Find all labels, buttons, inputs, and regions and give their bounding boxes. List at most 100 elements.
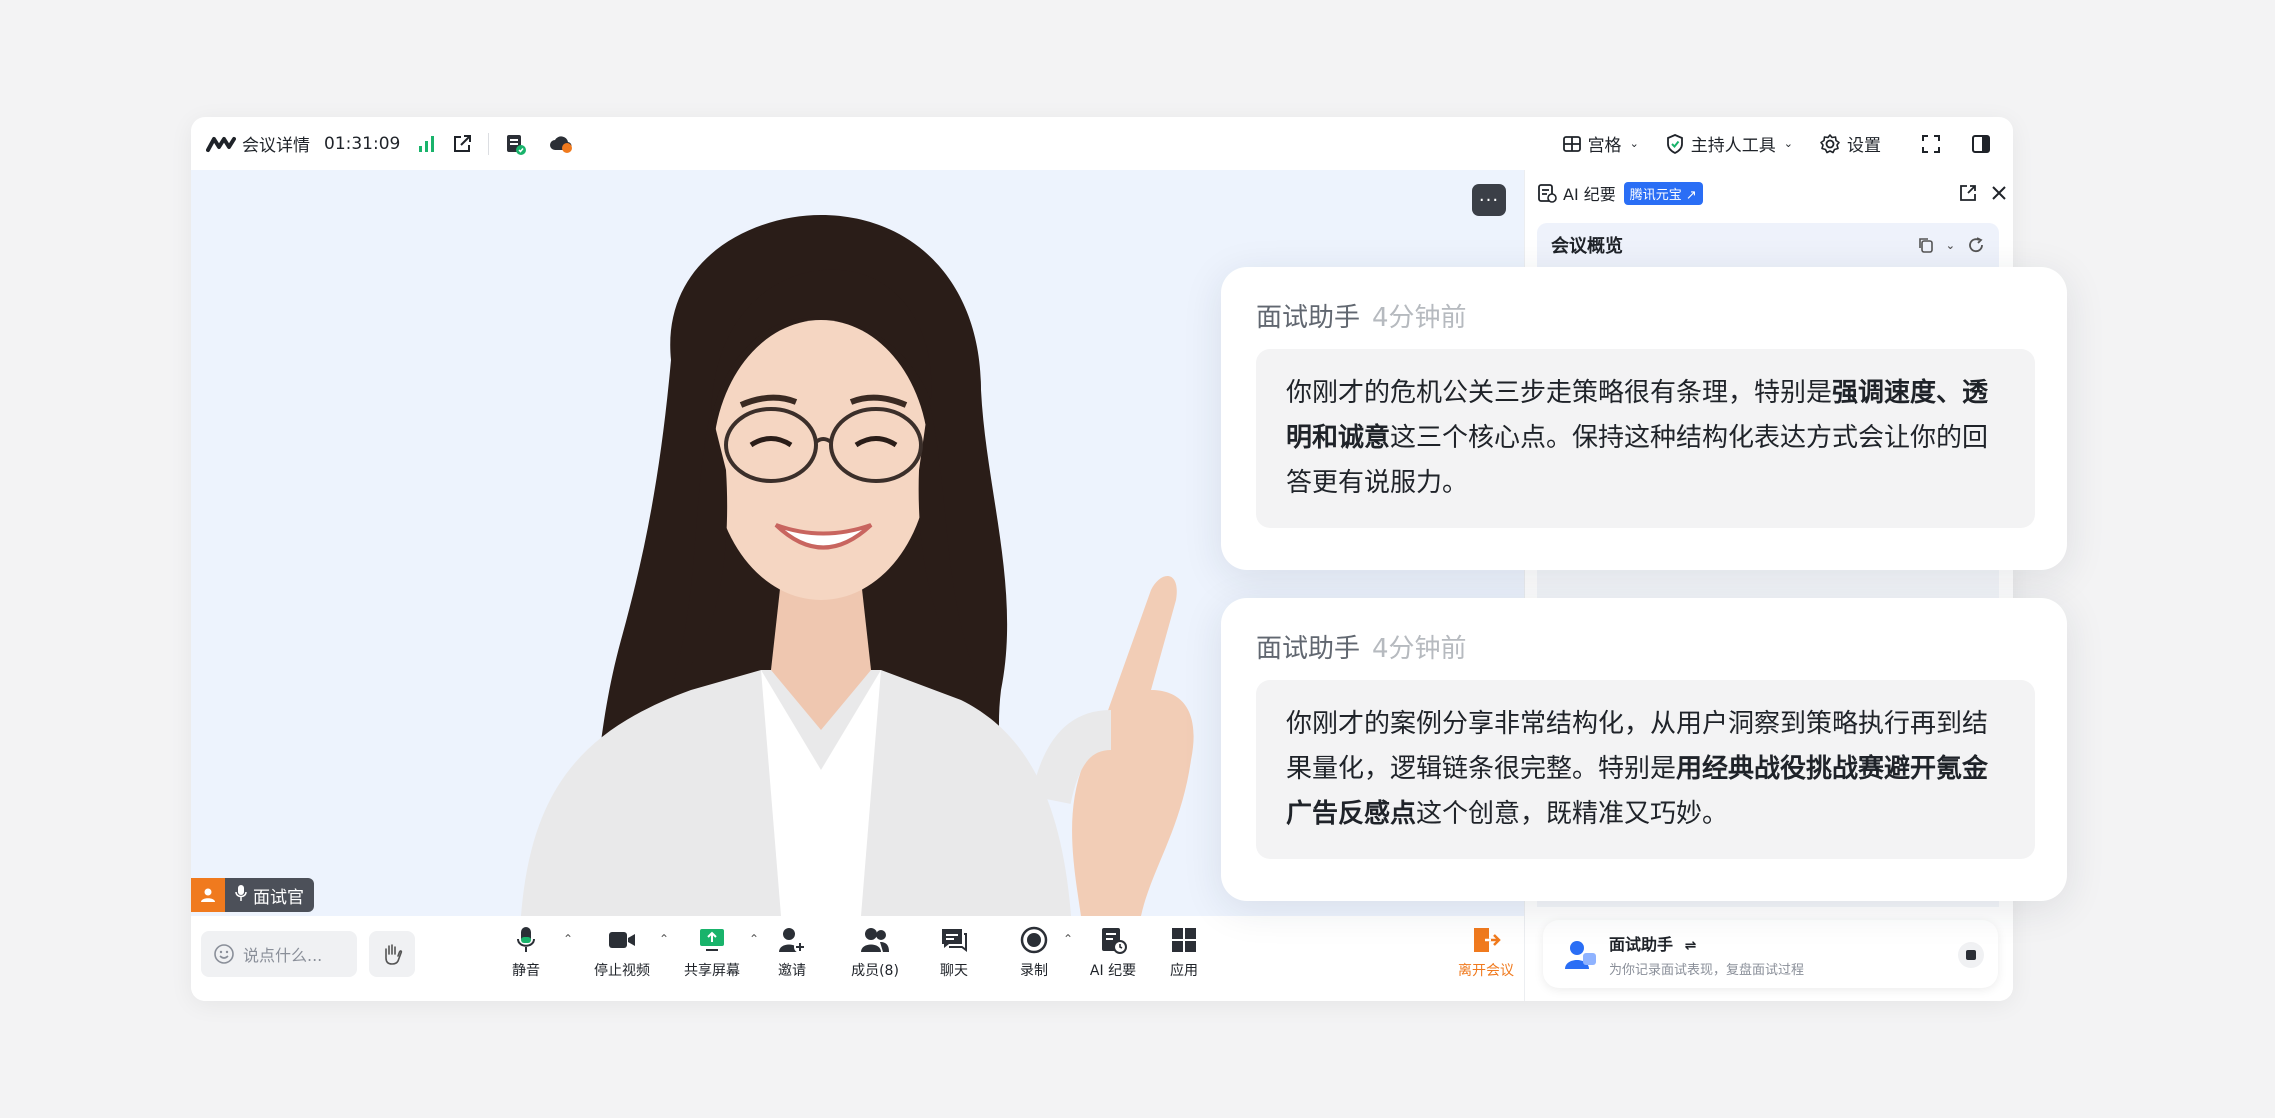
popout-icon[interactable] [1959,184,1977,202]
chevron-up-icon[interactable]: ⌃ [659,932,669,946]
chevron-up-icon[interactable]: ⌃ [1063,932,1073,946]
speaker-name: 面试官 [253,887,304,908]
hand-icon [380,942,404,966]
fullscreen-icon [1921,134,1941,154]
invite-button[interactable]: 邀请 [767,926,817,992]
more-options-button[interactable]: ··· [1472,184,1506,216]
refresh-icon[interactable] [1967,236,1985,254]
yuanbao-badge[interactable]: 腾讯元宝 ↗ [1623,181,1703,205]
settings-label: 设置 [1847,136,1881,156]
members-button[interactable]: 成员(8) [845,926,905,992]
raise-hand-button[interactable] [369,931,415,977]
signal-strength-icon[interactable] [418,135,436,153]
stop-video-button[interactable]: 停止视频 ⌃ [587,926,669,992]
chat-label: 聊天 [940,963,968,979]
mic-icon [517,927,535,952]
leave-meeting-button[interactable]: 离开会议 [1458,926,1514,980]
shield-icon [1665,133,1685,155]
copy-icon[interactable] [1917,236,1935,254]
stop-button[interactable] [1958,942,1984,968]
grid-icon [1562,134,1582,154]
card-time: 4分钟前 [1372,634,1467,664]
mute-button[interactable]: 静音 ⌃ [501,926,573,992]
cloud-record-icon[interactable] [549,134,573,154]
chevron-down-icon: ⌄ [1629,137,1639,150]
card-sender: 面试助手 [1256,634,1361,664]
assistant-avatar-icon [1563,937,1597,971]
exit-icon [1474,928,1501,952]
popout-icon[interactable] [452,134,472,154]
sidebar-toggle-button[interactable] [1971,134,1991,154]
elapsed-time: 01:31:09 [324,133,401,154]
share-screen-label: 共享屏幕 [684,963,740,979]
sidebar-icon [1971,134,1991,154]
grid-view-button[interactable]: 宫格 ⌄ [1562,131,1639,156]
leave-meeting-label: 离开会议 [1458,963,1514,979]
record-label: 录制 [1020,963,1048,979]
record-icon [1020,926,1048,954]
chevron-down-icon: ⌄ [1783,137,1793,150]
members-icon [861,928,889,952]
record-button[interactable]: 录制 ⌃ [1009,926,1073,992]
chevron-up-icon[interactable]: ⌃ [749,932,759,946]
stop-icon [1966,950,1976,960]
assistant-title: 面试助手 [1609,934,1674,954]
card-sender: 面试助手 [1256,303,1361,333]
fullscreen-button[interactable] [1921,134,1941,154]
share-screen-icon [700,929,724,951]
notes-icon[interactable] [505,133,527,155]
mic-icon [235,884,247,907]
ai-summary-label: AI 纪要 [1089,963,1137,979]
video-camera-icon [609,932,635,948]
participant-video [521,215,1194,916]
chat-button[interactable]: 聊天 [929,926,979,992]
user-icon [191,878,225,912]
meeting-controls: 静音 ⌃ 停止视频 ⌃ 共享屏幕 ⌃ 邀请 成员(8) 聊天 录制 ⌃ AI 纪… [501,926,1209,992]
settings-button[interactable]: 设置 [1819,131,1881,156]
card-time: 4分钟前 [1372,303,1467,333]
card-header: 面试助手 4分钟前 [1256,297,1467,334]
apps-label: 应用 [1170,963,1198,979]
chat-icon [942,929,967,952]
bottom-toolbar: 说点什么... 静音 ⌃ 停止视频 ⌃ 共享屏幕 ⌃ 邀请 成员(8) 聊天 录… [191,916,1524,1001]
emoji-icon[interactable] [213,943,235,965]
members-label: 成员(8) [851,963,899,979]
gear-icon [1819,133,1841,155]
feedback-bubble: 你刚才的案例分享非常结构化，从用户洞察到策略执行再到结果量化，逻辑链条很完整。特… [1256,680,2035,859]
more-icon: ··· [1478,189,1500,211]
panel-title: AI 纪要 [1563,185,1616,204]
mute-label: 静音 [512,963,540,979]
meeting-overview-header: 会议概览 ⌄ [1537,223,1999,267]
feedback-bubble: 你刚才的危机公关三步走策略很有条理，特别是强调速度、透明和诚意这三个核心点。保持… [1256,349,2035,528]
apps-button[interactable]: 应用 [1159,926,1209,992]
feedback-text: 你刚才的危机公关三步走策略很有条理，特别是 [1286,378,1833,408]
ai-summary-button[interactable]: AI 纪要 [1083,926,1143,992]
panel-header: AI 纪要 腾讯元宝 ↗ [1537,170,2007,216]
assistant-feedback-card: 面试助手 4分钟前 你刚才的案例分享非常结构化，从用户洞察到策略执行再到结果量化，… [1221,598,2067,901]
switch-icon[interactable]: ⇌ [1685,938,1697,954]
chevron-up-icon[interactable]: ⌃ [563,932,573,946]
chevron-down-icon[interactable]: ⌄ [1946,239,1955,252]
feedback-text-end: 这个创意，既精准又巧妙。 [1416,799,1729,829]
speaker-name-tag: 面试官 [191,878,314,912]
host-tools-button[interactable]: 主持人工具 ⌄ [1665,131,1793,156]
assistant-subtitle: 为你记录面试表现，复盘面试过程 [1609,962,1805,978]
meeting-details-link[interactable]: 会议详情 [242,131,310,156]
app-logo-icon [206,133,236,155]
chat-quick-input[interactable]: 说点什么... [201,931,357,977]
close-icon[interactable] [1991,185,2007,201]
overview-title: 会议概览 [1551,236,1623,257]
add-user-icon [779,928,806,953]
feedback-text-end: 这三个核心点。保持这种结构化表达方式会让你的回答更有说服力。 [1286,423,1989,498]
assistant-feedback-card: 面试助手 4分钟前 你刚才的危机公关三步走策略很有条理，特别是强调速度、透明和诚意… [1221,267,2067,570]
ai-notes-icon [1537,183,1557,203]
top-bar: 会议详情 01:31:09 宫格 ⌄ 主持人工具 ⌄ 设置 [191,117,2013,170]
invite-label: 邀请 [778,963,806,979]
interview-assistant-bar[interactable]: 面试助手 ⇌ 为你记录面试表现，复盘面试过程 [1543,920,1998,988]
share-screen-button[interactable]: 共享屏幕 ⌃ [677,926,759,992]
grid-view-label: 宫格 [1587,136,1622,156]
card-header: 面试助手 4分钟前 [1256,628,1467,665]
stop-video-label: 停止视频 [594,963,650,979]
ai-notes-icon [1102,928,1127,954]
topbar-divider [488,132,490,155]
